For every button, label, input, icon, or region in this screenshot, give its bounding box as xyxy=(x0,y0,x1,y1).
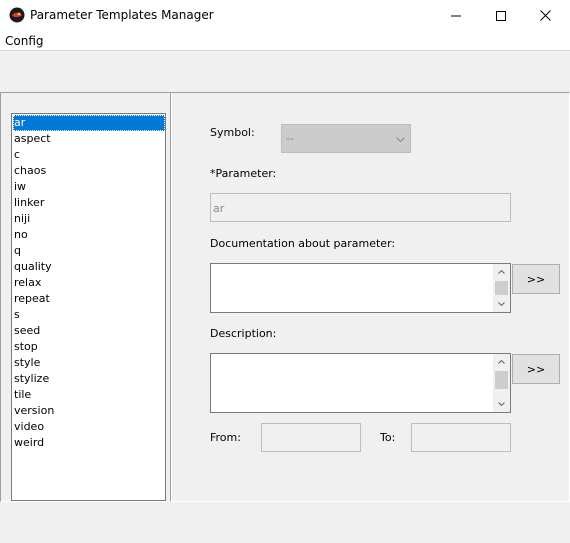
list-item-aspect[interactable]: aspect xyxy=(13,131,165,147)
list-item-video[interactable]: video xyxy=(13,419,165,435)
close-icon xyxy=(540,10,551,21)
list-item-ar[interactable]: ar xyxy=(13,115,165,131)
documentation-label: Documentation about parameter: xyxy=(210,237,396,250)
scroll-up-icon[interactable] xyxy=(493,354,510,370)
list-item-tile[interactable]: tile xyxy=(13,387,165,403)
list-item-chaos[interactable]: chaos xyxy=(13,163,165,179)
menu-bar: Config xyxy=(0,31,570,51)
list-item-linker[interactable]: linker xyxy=(13,195,165,211)
list-item-c[interactable]: c xyxy=(13,147,165,163)
to-label: To: xyxy=(380,431,396,444)
from-label: From: xyxy=(210,431,241,444)
documentation-expand-button[interactable]: >> xyxy=(512,264,560,294)
list-item-iw[interactable]: iw xyxy=(13,179,165,195)
app-logo-icon xyxy=(9,7,25,23)
description-label: Description: xyxy=(210,327,277,340)
symbol-select-value: -- xyxy=(286,132,294,145)
list-item-q[interactable]: q xyxy=(13,243,165,259)
list-item-repeat[interactable]: repeat xyxy=(13,291,165,307)
scroll-down-icon[interactable] xyxy=(493,396,510,412)
minimize-icon xyxy=(450,15,461,16)
description-expand-button[interactable]: >> xyxy=(512,354,560,384)
list-item-quality[interactable]: quality xyxy=(13,259,165,275)
list-item-s[interactable]: s xyxy=(13,307,165,323)
scroll-up-icon[interactable] xyxy=(493,264,510,280)
list-item-stylize[interactable]: stylize xyxy=(13,371,165,387)
list-item-niji[interactable]: niji xyxy=(13,211,165,227)
to-input[interactable] xyxy=(411,423,511,452)
close-button[interactable] xyxy=(523,0,568,31)
maximize-icon xyxy=(495,10,506,21)
list-item-stop[interactable]: stop xyxy=(13,339,165,355)
parameter-list[interactable]: ar aspect c chaos iw linker niji no q qu… xyxy=(11,113,166,501)
description-textarea[interactable] xyxy=(210,353,511,413)
symbol-select[interactable]: -- xyxy=(281,124,411,153)
from-input[interactable] xyxy=(261,423,361,452)
list-item-style[interactable]: style xyxy=(13,355,165,371)
scroll-down-icon[interactable] xyxy=(493,296,510,312)
documentation-textarea[interactable] xyxy=(210,263,511,313)
list-item-version[interactable]: version xyxy=(13,403,165,419)
window-title: Parameter Templates Manager xyxy=(30,8,214,22)
scroll-thumb[interactable] xyxy=(495,281,508,295)
list-item-relax[interactable]: relax xyxy=(13,275,165,291)
description-scrollbar[interactable] xyxy=(493,354,510,412)
list-item-seed[interactable]: seed xyxy=(13,323,165,339)
parameter-input[interactable]: ar xyxy=(210,193,511,222)
list-item-weird[interactable]: weird xyxy=(13,435,165,451)
list-item-no[interactable]: no xyxy=(13,227,165,243)
chevron-down-icon xyxy=(396,133,405,146)
maximize-button[interactable] xyxy=(478,0,523,31)
scroll-thumb[interactable] xyxy=(495,371,508,389)
documentation-scrollbar[interactable] xyxy=(493,264,510,312)
menu-config[interactable]: Config xyxy=(5,34,44,48)
parameter-label: *Parameter: xyxy=(210,167,277,180)
symbol-label: Symbol: xyxy=(210,126,255,139)
minimize-button[interactable] xyxy=(433,0,478,31)
